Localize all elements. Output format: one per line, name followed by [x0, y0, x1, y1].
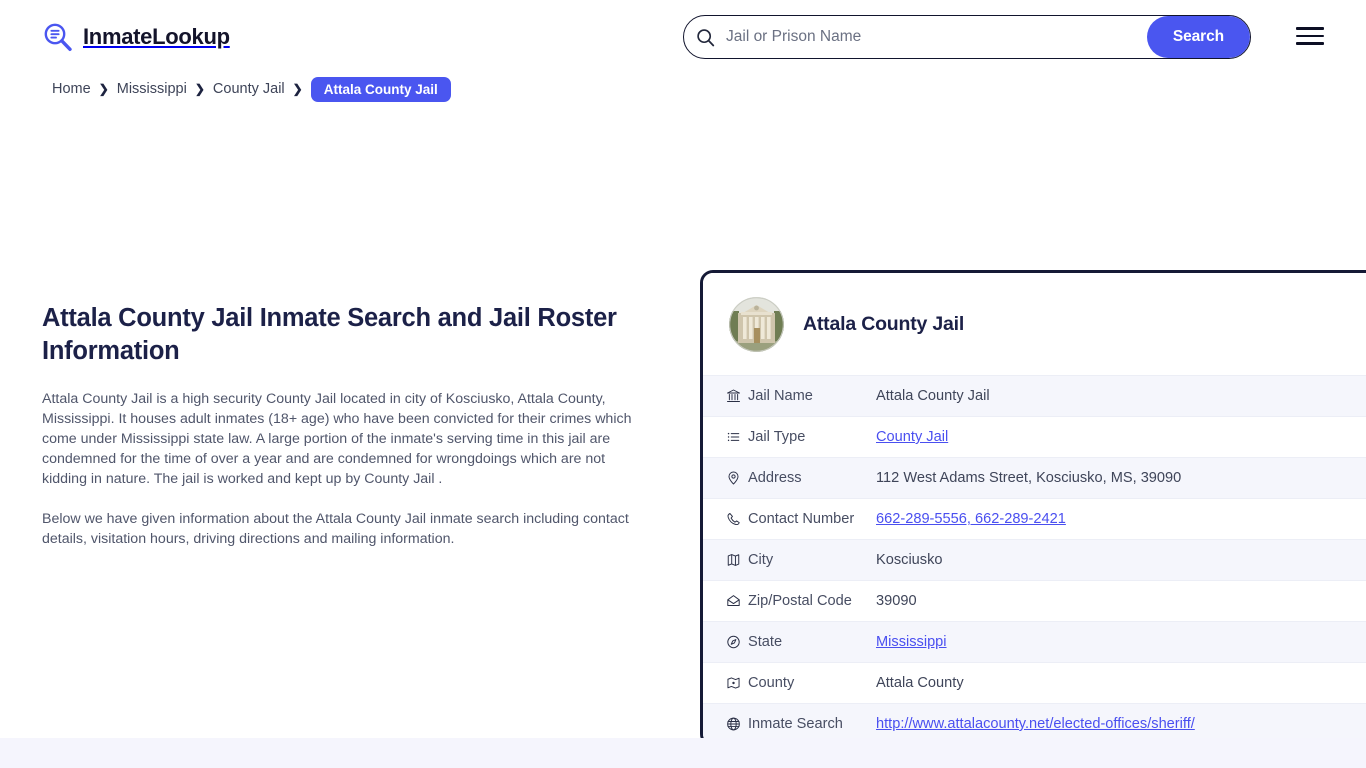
breadcrumb-item-home[interactable]: Home	[52, 81, 91, 97]
jail-info-table: Jail Name Attala County Jail Jail Type C…	[703, 375, 1366, 744]
search-button[interactable]: Search	[1146, 16, 1250, 58]
table-row: Jail Name Attala County Jail	[703, 375, 1366, 416]
table-row: City Kosciusko	[703, 539, 1366, 580]
row-label: Address	[748, 470, 802, 486]
search-input[interactable]	[726, 16, 1147, 58]
magnifier-list-icon	[42, 21, 74, 53]
breadcrumb-separator-icon: ❯	[292, 82, 303, 96]
row-value: 112 West Adams Street, Kosciusko, MS, 39…	[876, 470, 1182, 486]
envelope-icon	[703, 593, 741, 609]
row-label: Contact Number	[748, 511, 855, 527]
row-label: Inmate Search	[748, 716, 843, 732]
breadcrumb-item-current: Attala County Jail	[310, 76, 451, 102]
hamburger-menu-icon[interactable]	[1296, 25, 1324, 47]
bank-icon	[703, 388, 741, 404]
hamburger-bar	[1296, 34, 1324, 38]
row-value-link[interactable]: http://www.attalacounty.net/elected-offi…	[876, 716, 1195, 732]
secondary-paragraph: Below we have given information about th…	[42, 511, 629, 548]
footer-band	[0, 738, 1366, 768]
row-value: Attala County Jail	[876, 388, 990, 404]
table-row: County Attala County	[703, 662, 1366, 703]
page-body: Attala County Jail Inmate Search and Jai…	[0, 104, 1366, 768]
breadcrumb-separator-icon: ❯	[98, 82, 109, 96]
breadcrumb-item-mississippi[interactable]: Mississippi	[117, 81, 187, 97]
jail-info-card: Attala County Jail Jail Name Attala Coun…	[700, 270, 1366, 747]
map-icon	[703, 552, 741, 568]
row-value: Kosciusko	[876, 552, 943, 568]
intro-paragraph: Attala County Jail is a high security Co…	[42, 391, 632, 488]
table-row: Contact Number 662-289-5556, 662-289-242…	[703, 498, 1366, 539]
row-label: Zip/Postal Code	[748, 593, 852, 609]
breadcrumb-separator-icon: ❯	[194, 82, 205, 96]
hamburger-bar	[1296, 27, 1324, 30]
row-label: Jail Type	[748, 429, 806, 445]
table-row: Jail Type County Jail	[703, 416, 1366, 457]
globe-icon	[703, 716, 741, 732]
page-title: Attala County Jail Inmate Search and Jai…	[42, 304, 617, 365]
map-marker-icon	[703, 675, 741, 691]
row-label: County	[748, 675, 795, 691]
site-header: InmateLookup Search	[0, 0, 1366, 74]
row-label: City	[748, 552, 774, 568]
map-pin-icon	[703, 470, 741, 486]
card-header: Attala County Jail	[703, 273, 1366, 375]
phone-icon	[703, 511, 741, 527]
card-title: Attala County Jail	[803, 313, 965, 335]
compass-icon	[703, 634, 741, 650]
list-icon	[703, 429, 741, 445]
row-value: Attala County	[876, 675, 964, 691]
courthouse-photo	[729, 297, 784, 352]
table-row: Address 112 West Adams Street, Kosciusko…	[703, 457, 1366, 498]
brand-logo-link[interactable]: InmateLookup	[42, 21, 230, 53]
row-value: 39090	[876, 593, 917, 609]
row-value-link[interactable]: County Jail	[876, 429, 948, 445]
row-value-link[interactable]: 662-289-5556, 662-289-2421	[876, 511, 1066, 527]
article-column: Attala County Jail Inmate Search and Jai…	[42, 302, 634, 569]
row-label: State	[748, 634, 783, 650]
table-row: State Mississippi	[703, 621, 1366, 662]
search-icon	[684, 28, 726, 47]
row-value-link[interactable]: Mississippi	[876, 634, 947, 650]
brand-name: InmateLookup	[83, 24, 230, 49]
table-row: Zip/Postal Code 39090	[703, 580, 1366, 621]
hamburger-bar	[1296, 42, 1324, 45]
breadcrumb-item-county-jail[interactable]: County Jail	[213, 81, 285, 97]
search-bar[interactable]: Search	[683, 15, 1251, 59]
row-label: Jail Name	[748, 388, 813, 404]
breadcrumb: Home ❯ Mississippi ❯ County Jail ❯ Attal…	[0, 74, 1366, 104]
